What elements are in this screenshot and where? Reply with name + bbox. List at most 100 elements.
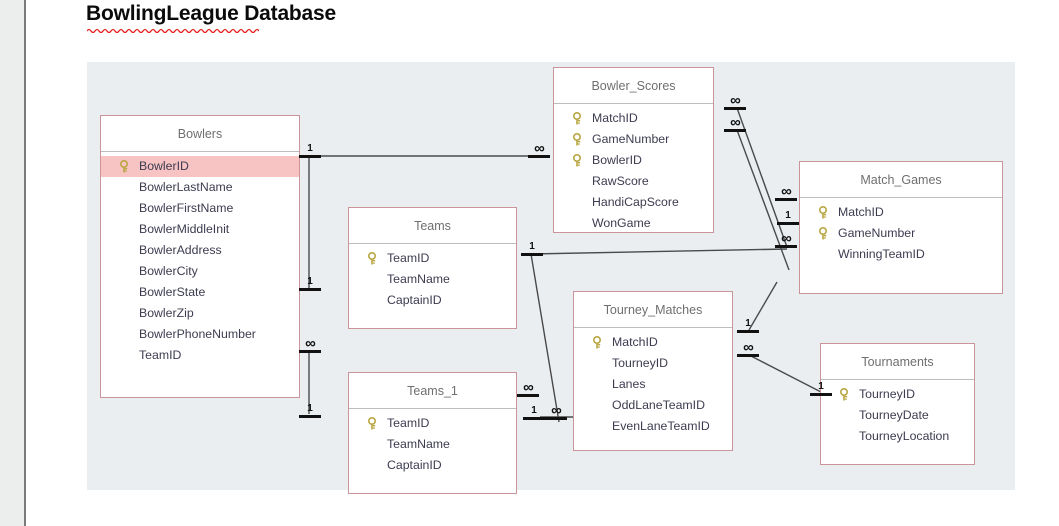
table-header-tourney-matches: Tourney_Matches (574, 292, 732, 328)
cardinality-marker-1-tourneymatches-matchid: 1 (737, 319, 759, 333)
field-bowlers-teamid[interactable]: TeamID (101, 345, 299, 366)
field-label: BowlerLastName (139, 180, 233, 194)
cardinality-symbol: 1 (529, 241, 535, 252)
key-icon (839, 388, 851, 401)
table-fields-teams: TeamID TeamName CaptainID (349, 244, 516, 317)
field-bowlerscores-wongame[interactable]: WonGame (554, 213, 713, 234)
table-box-tournaments[interactable]: Tournaments TourneyID TourneyDate Tourne… (820, 343, 975, 465)
cardinality-bar (737, 330, 759, 333)
field-label: TeamID (387, 416, 430, 430)
cardinality-symbol: ∞ (534, 140, 545, 157)
field-tourneymatches-tourneyid[interactable]: TourneyID (574, 353, 732, 374)
cardinality-marker-1-teams-right: 1 (521, 242, 543, 256)
table-fields-bowlers: BowlerID BowlerLastName BowlerFirstName … (101, 152, 299, 372)
page-title: BowlingLeague Database (86, 2, 336, 25)
field-label: TeamID (387, 251, 430, 265)
field-teams-teamname[interactable]: TeamName (349, 269, 516, 290)
field-label: BowlerFirstName (139, 201, 234, 215)
field-label: CaptainID (387, 293, 442, 307)
field-label: TourneyDate (859, 408, 929, 422)
field-bowlerscores-matchid[interactable]: MatchID (554, 108, 713, 129)
cardinality-bar (299, 288, 321, 291)
key-icon (818, 227, 830, 240)
field-tournaments-tourneydate[interactable]: TourneyDate (821, 405, 974, 426)
cardinality-marker-1-matchgames-gamenumber: 1 (777, 211, 799, 225)
field-label: TourneyID (612, 356, 669, 370)
key-icon (367, 417, 379, 430)
table-box-bowlers[interactable]: Bowlers BowlerID BowlerLastName BowlerFi… (100, 115, 300, 398)
cardinality-marker-1-bowlers: 1 (299, 144, 321, 158)
field-tournaments-tourneyid[interactable]: TourneyID (821, 384, 974, 405)
field-label: CaptainID (387, 458, 442, 472)
cardinality-marker-1-tournaments: 1 (810, 382, 832, 396)
field-tourneymatches-evenlaneteamid[interactable]: EvenLaneTeamID (574, 416, 732, 437)
field-teams1-teamid[interactable]: TeamID (349, 413, 516, 434)
table-header-tournaments: Tournaments (821, 344, 974, 380)
cardinality-marker-inf-matchgames-winningteamid: ∞ (775, 231, 797, 248)
field-matchgames-gamenumber[interactable]: GameNumber (800, 223, 1002, 244)
cardinality-symbol: ∞ (551, 402, 562, 419)
field-bowlerscores-handicapscore[interactable]: HandiCapScore (554, 192, 713, 213)
field-label: WinningTeamID (838, 247, 925, 261)
field-bowlerscores-rawscore[interactable]: RawScore (554, 171, 713, 192)
field-teams-captainid[interactable]: CaptainID (349, 290, 516, 311)
cardinality-symbol: 1 (818, 381, 824, 392)
cardinality-symbol: ∞ (730, 92, 741, 109)
cardinality-symbol: 1 (307, 276, 313, 287)
table-header-teams-1: Teams_1 (349, 373, 516, 409)
key-icon (572, 154, 584, 167)
field-label: OddLaneTeamID (612, 398, 705, 412)
cardinality-symbol: ∞ (523, 379, 534, 396)
cardinality-marker-inf-tourneymatches-oddlane: ∞ (545, 402, 567, 420)
field-label: BowlerPhoneNumber (139, 327, 256, 341)
field-bowlers-bowlerphonenumber[interactable]: BowlerPhoneNumber (101, 324, 299, 345)
table-box-match-games[interactable]: Match_Games MatchID GameNumber WinningTe… (799, 161, 1003, 294)
field-teams1-teamname[interactable]: TeamName (349, 434, 516, 455)
field-label: MatchID (838, 205, 884, 219)
cardinality-marker-inf-bowlerscores-matchid: ∞ (724, 92, 746, 110)
table-fields-tourney-matches: MatchID TourneyID Lanes OddLaneTeamID Ev… (574, 328, 732, 443)
table-box-tourney-matches[interactable]: Tourney_Matches MatchID TourneyID Lanes … (573, 291, 733, 451)
cardinality-symbol: 1 (745, 318, 751, 329)
table-box-teams[interactable]: Teams TeamID TeamName CaptainID (348, 207, 517, 329)
field-bowlers-bowlerid[interactable]: BowlerID (101, 156, 299, 177)
table-header-teams: Teams (349, 208, 516, 244)
cardinality-bar (810, 393, 832, 396)
cardinality-symbol: ∞ (305, 335, 316, 352)
cardinality-symbol: 1 (307, 143, 313, 154)
table-fields-tournaments: TourneyID TourneyDate TourneyLocation (821, 380, 974, 453)
cardinality-marker-inf-matchgames-matchid: ∞ (775, 184, 797, 201)
cardinality-bar (299, 155, 321, 158)
field-bowlers-bowlerzip[interactable]: BowlerZip (101, 303, 299, 324)
field-tourneymatches-matchid[interactable]: MatchID (574, 332, 732, 353)
field-matchgames-matchid[interactable]: MatchID (800, 202, 1002, 223)
table-header-match-games: Match_Games (800, 162, 1002, 198)
field-bowlers-bowlermiddleinit[interactable]: BowlerMiddleInit (101, 219, 299, 240)
field-label: BowlerAddress (139, 243, 222, 257)
line-teams-to-matchgames-winningteam (530, 248, 788, 255)
field-bowlerscores-bowlerid[interactable]: BowlerID (554, 150, 713, 171)
field-bowlers-bowleraddress[interactable]: BowlerAddress (101, 240, 299, 261)
field-label: WonGame (592, 216, 651, 230)
field-tournaments-tourneylocation[interactable]: TourneyLocation (821, 426, 974, 447)
field-teams1-captainid[interactable]: CaptainID (349, 455, 516, 476)
table-box-teams-1[interactable]: Teams_1 TeamID TeamName CaptainID (348, 372, 517, 494)
field-label: BowlerZip (139, 306, 194, 320)
field-bowlers-bowlercity[interactable]: BowlerCity (101, 261, 299, 282)
key-icon (572, 112, 584, 125)
field-bowlers-bowlerstate[interactable]: BowlerState (101, 282, 299, 303)
field-label: BowlerID (139, 159, 189, 173)
field-matchgames-winningteamid[interactable]: WinningTeamID (800, 244, 1002, 265)
cardinality-marker-1-teams1-left: 1 (299, 404, 321, 418)
table-box-bowler-scores[interactable]: Bowler_Scores MatchID GameNumber BowlerI… (553, 67, 714, 233)
cardinality-bar (523, 417, 545, 420)
field-tourneymatches-lanes[interactable]: Lanes (574, 374, 732, 395)
field-teams-teamid[interactable]: TeamID (349, 248, 516, 269)
field-tourneymatches-oddlaneteamid[interactable]: OddLaneTeamID (574, 395, 732, 416)
field-bowlers-bowlerfirstname[interactable]: BowlerFirstName (101, 198, 299, 219)
relationship-diagram-canvas[interactable]: Bowlers BowlerID BowlerLastName BowlerFi… (87, 62, 1015, 494)
field-label: BowlerState (139, 285, 206, 299)
field-label: TourneyID (859, 387, 916, 401)
field-bowlerscores-gamenumber[interactable]: GameNumber (554, 129, 713, 150)
field-bowlers-bowlerlastname[interactable]: BowlerLastName (101, 177, 299, 198)
